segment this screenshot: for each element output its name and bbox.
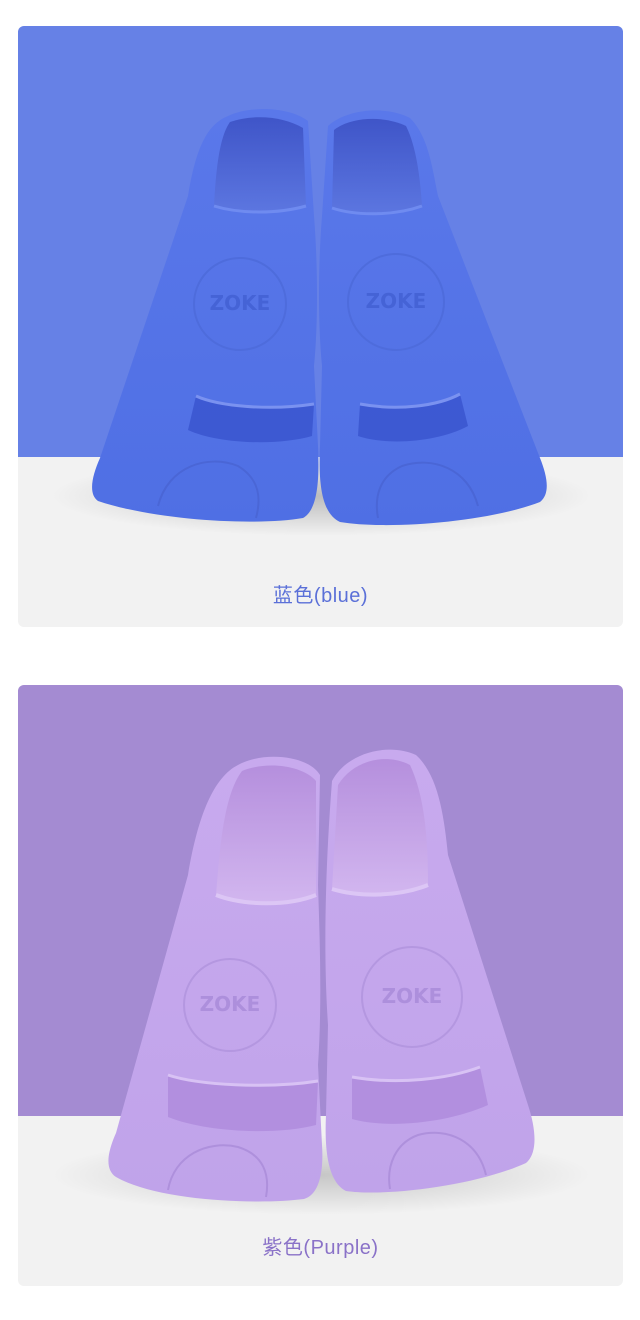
right-fin-logo: ZOKE bbox=[382, 984, 443, 1008]
purple-caption: 紫色(Purple) bbox=[262, 1237, 379, 1259]
right-fin: ZOKE bbox=[325, 749, 535, 1193]
blue-caption: 蓝色(blue) bbox=[272, 585, 369, 607]
product-card-purple: ZOKE ZOKE 紫色(Purple) bbox=[18, 685, 623, 1286]
product-card-blue: ZOKE ZOKE 蓝色(blue) bbox=[18, 26, 623, 627]
left-fin-logo: ZOKE bbox=[200, 992, 261, 1016]
left-fin-logo: ZOKE bbox=[210, 291, 271, 315]
left-fin: ZOKE bbox=[108, 756, 323, 1202]
right-fin-logo: ZOKE bbox=[366, 289, 427, 313]
right-fin: ZOKE bbox=[319, 110, 547, 526]
left-fin: ZOKE bbox=[92, 109, 319, 522]
blue-fins-photo: ZOKE ZOKE bbox=[51, 109, 591, 536]
purple-fins-photo: ZOKE ZOKE bbox=[51, 749, 591, 1215]
